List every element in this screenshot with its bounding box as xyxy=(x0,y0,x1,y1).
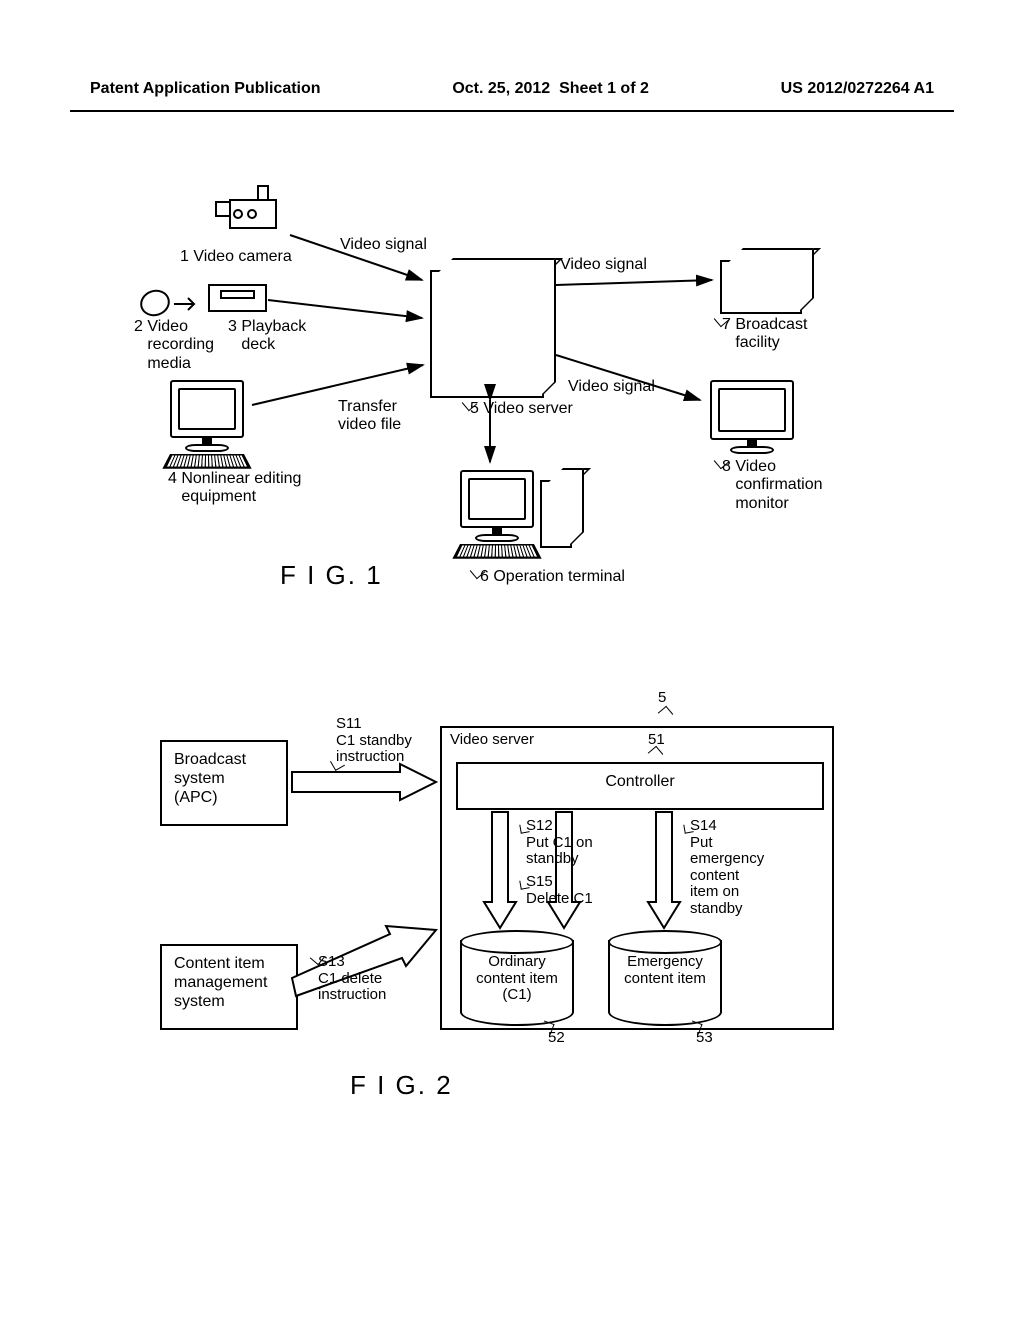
edge-vs2: Video signal xyxy=(560,256,647,274)
label-s11: S11 C1 standby instruction xyxy=(336,716,412,766)
edge-transfer: Transfer video file xyxy=(338,398,401,435)
apc-box: Broadcast system (APC) xyxy=(160,740,288,826)
media-label: 2 Video recording media xyxy=(134,318,214,373)
nle-label: 4 Nonlinear editing equipment xyxy=(168,470,301,507)
arrow-media-deck xyxy=(172,294,202,314)
video-server-title: Video server xyxy=(450,732,534,749)
media-icon xyxy=(137,286,174,320)
confirm-monitor-icon xyxy=(710,380,794,454)
header-right: US 2012/0272264 A1 xyxy=(781,80,934,98)
cylinder-emergency: Emergency content item xyxy=(608,940,722,1026)
arrow-s12 xyxy=(482,810,518,930)
edge-vs1: Video signal xyxy=(340,236,427,254)
fig2-caption: F I G. 2 xyxy=(350,1070,453,1101)
label-s15: S15 Delete C1 xyxy=(526,874,593,907)
page-header: Patent Application Publication Oct. 25, … xyxy=(0,80,1024,98)
header-center: Oct. 25, 2012 Sheet 1 of 2 xyxy=(452,80,649,98)
broadcast-label: 7 Broadcast facility xyxy=(722,316,807,353)
broadcast-icon xyxy=(720,260,802,314)
header-left: Patent Application Publication xyxy=(90,80,321,98)
video-server-icon xyxy=(430,270,544,398)
deck-icon xyxy=(208,284,267,312)
camera-label: 1 Video camera xyxy=(180,248,292,266)
op-terminal-tower-icon xyxy=(540,480,572,548)
nle-icon xyxy=(170,380,244,470)
label-s13: S13 C1 delete instruction xyxy=(318,954,386,1004)
confirm-monitor-label: 8 Video confirmation monitor xyxy=(722,458,822,513)
label-s14: S14 Put emergency content item on standb… xyxy=(690,818,764,917)
s12-lead xyxy=(519,823,529,833)
controller-box: Controller xyxy=(456,762,824,810)
label-s12: S12 Put C1 on standby xyxy=(526,818,593,868)
server-ref: 5 xyxy=(658,690,666,707)
arrow-s14 xyxy=(646,810,682,930)
op-terminal-monitor-icon xyxy=(460,470,534,560)
s14-lead xyxy=(683,823,693,833)
edge-vs3: Video signal xyxy=(568,378,655,396)
deck-label: 3 Playback deck xyxy=(228,318,306,355)
figure-2: 5 Video server 51 Controller Ordinary co… xyxy=(150,690,870,1150)
op-terminal-label: 6 Operation terminal xyxy=(480,568,625,586)
cms-box: Content item management system xyxy=(160,944,298,1030)
fig1-caption: F I G. 1 xyxy=(280,560,383,591)
cylinder-ordinary: Ordinary content item (C1) xyxy=(460,940,574,1026)
video-server-label: 5 Video server xyxy=(470,400,573,418)
header-rule xyxy=(70,110,954,112)
figure-1: 1 Video camera 2 Video recording media 3… xyxy=(140,180,880,620)
arrow-s11 xyxy=(290,762,440,802)
camera-icon xyxy=(210,180,290,240)
server-ref-lead xyxy=(658,706,673,721)
s15-lead xyxy=(519,879,529,889)
